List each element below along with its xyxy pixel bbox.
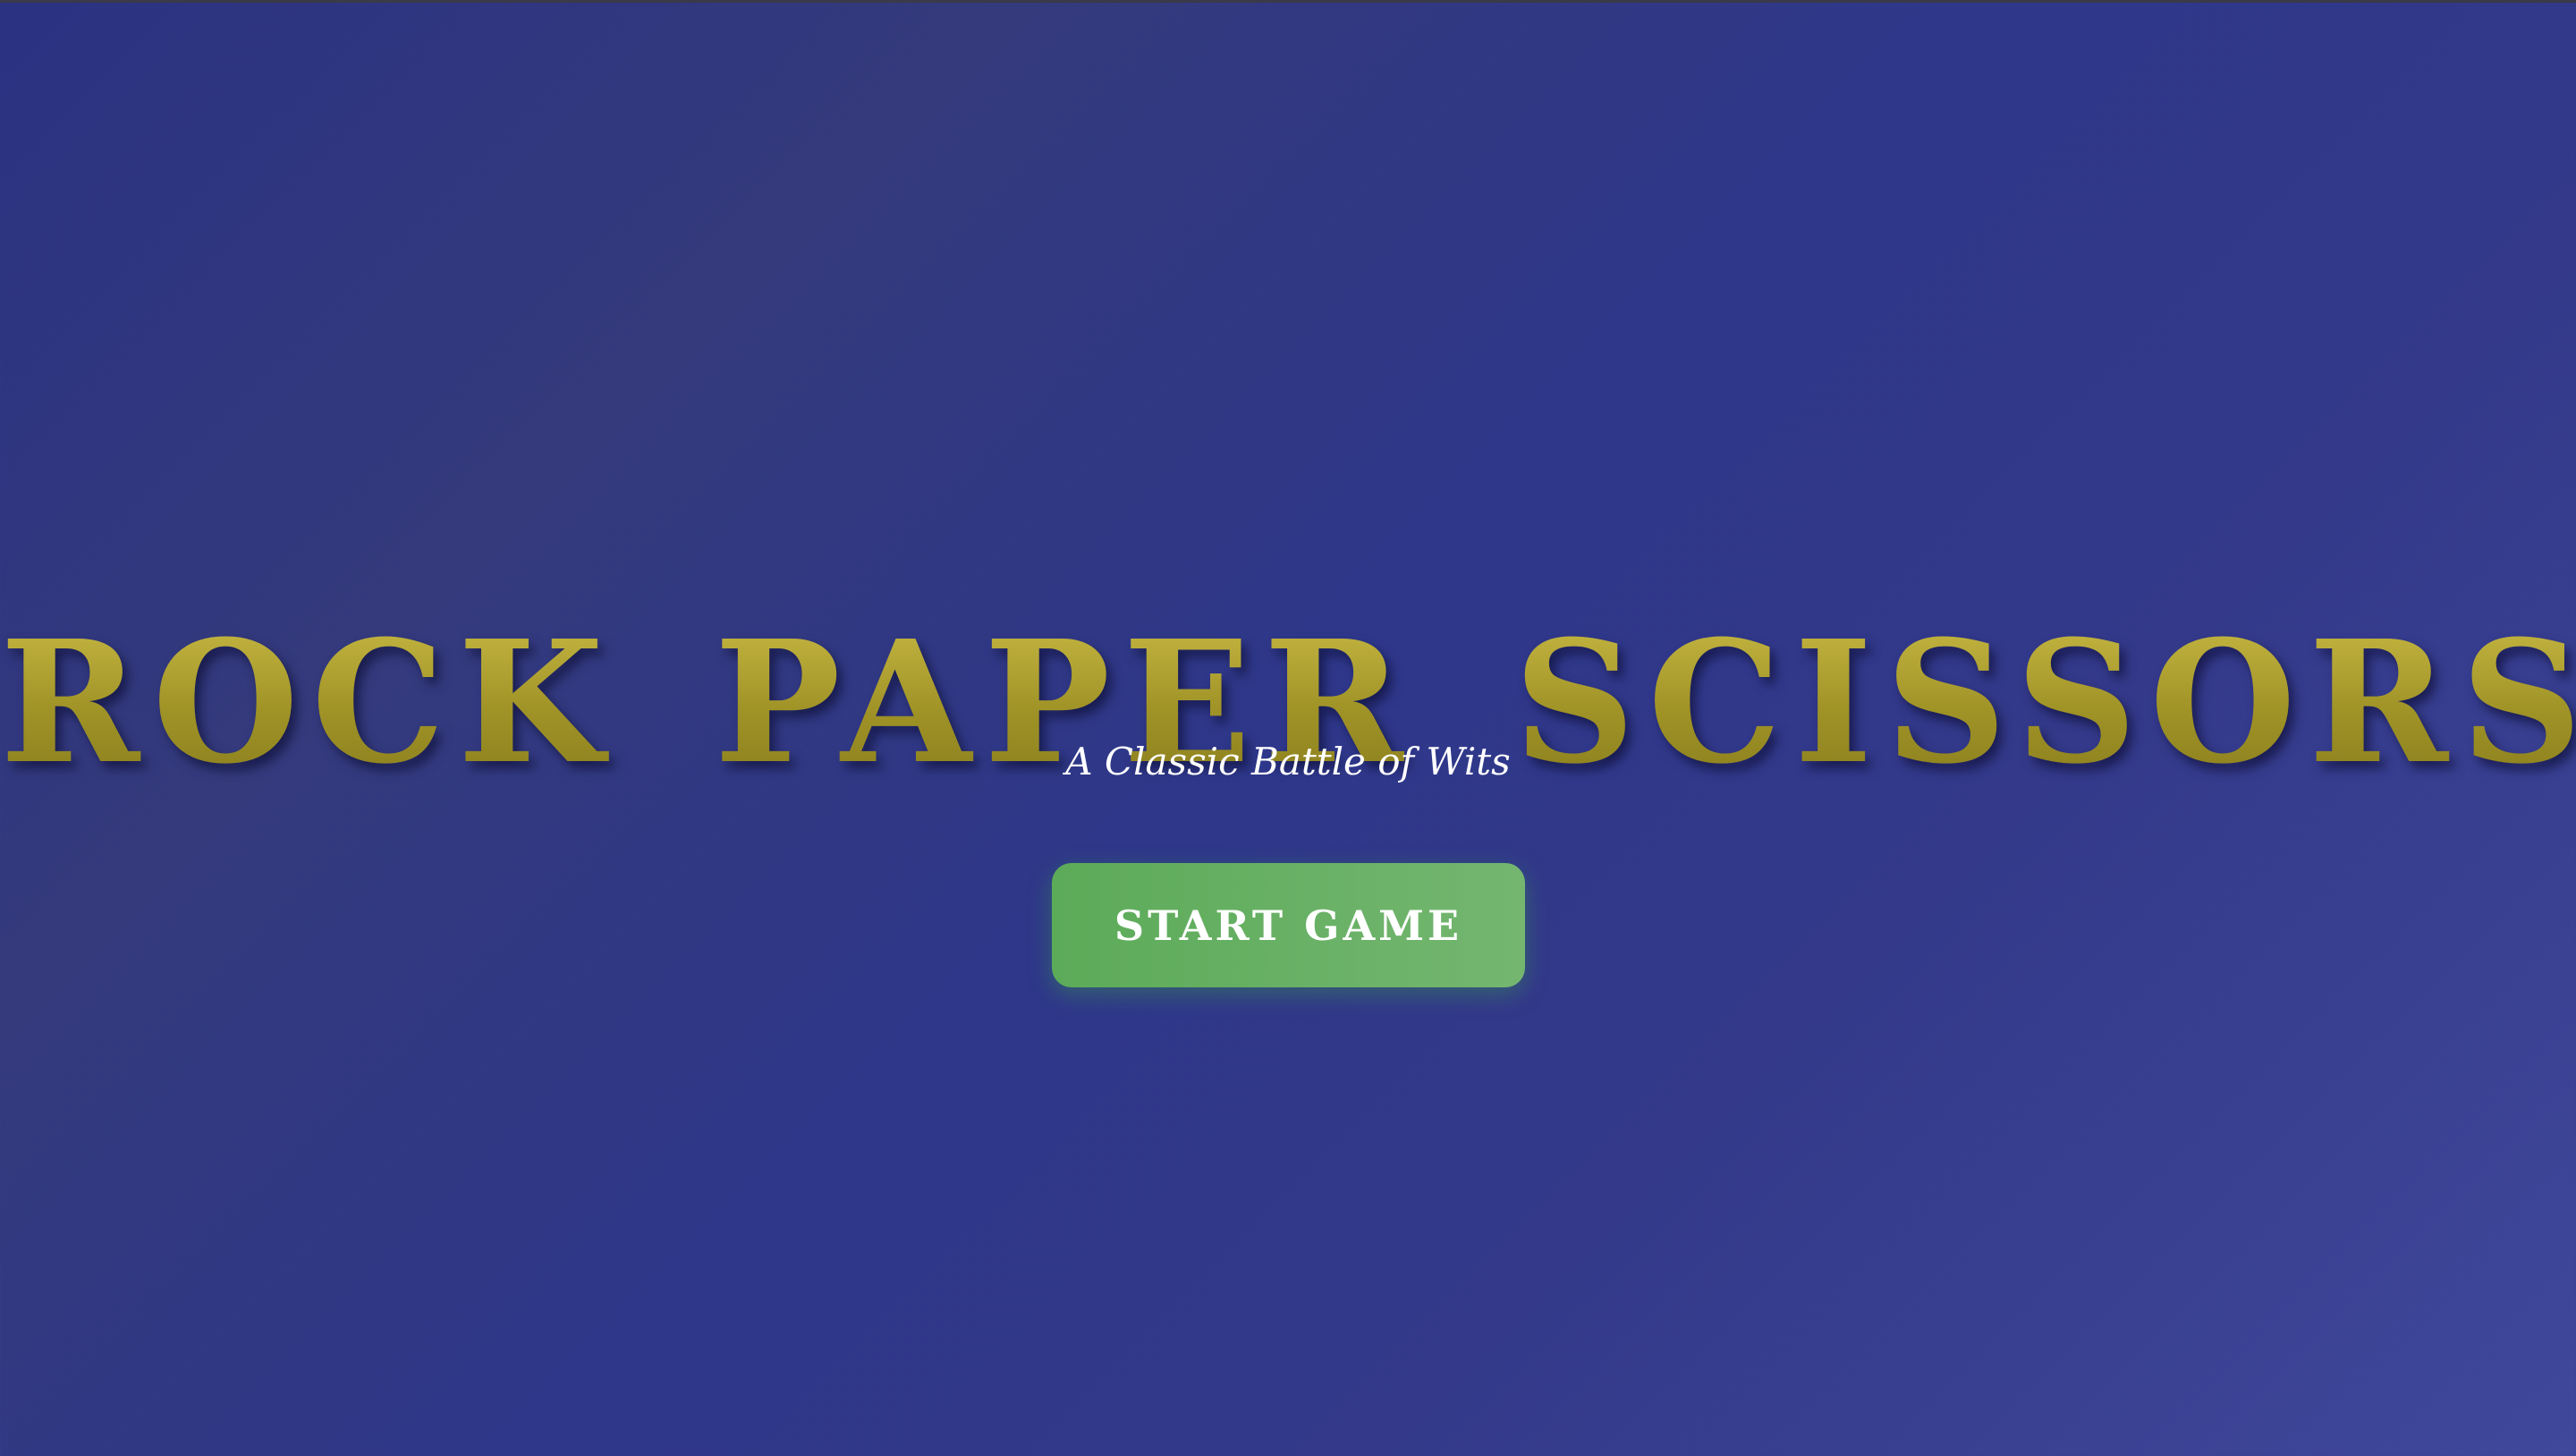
game-subtitle: A Classic Battle of Wits [1065, 740, 1511, 783]
start-game-button[interactable]: START GAME [1052, 863, 1525, 987]
window-top-edge [0, 0, 2576, 3]
start-game-button-label: START GAME [1114, 901, 1463, 950]
